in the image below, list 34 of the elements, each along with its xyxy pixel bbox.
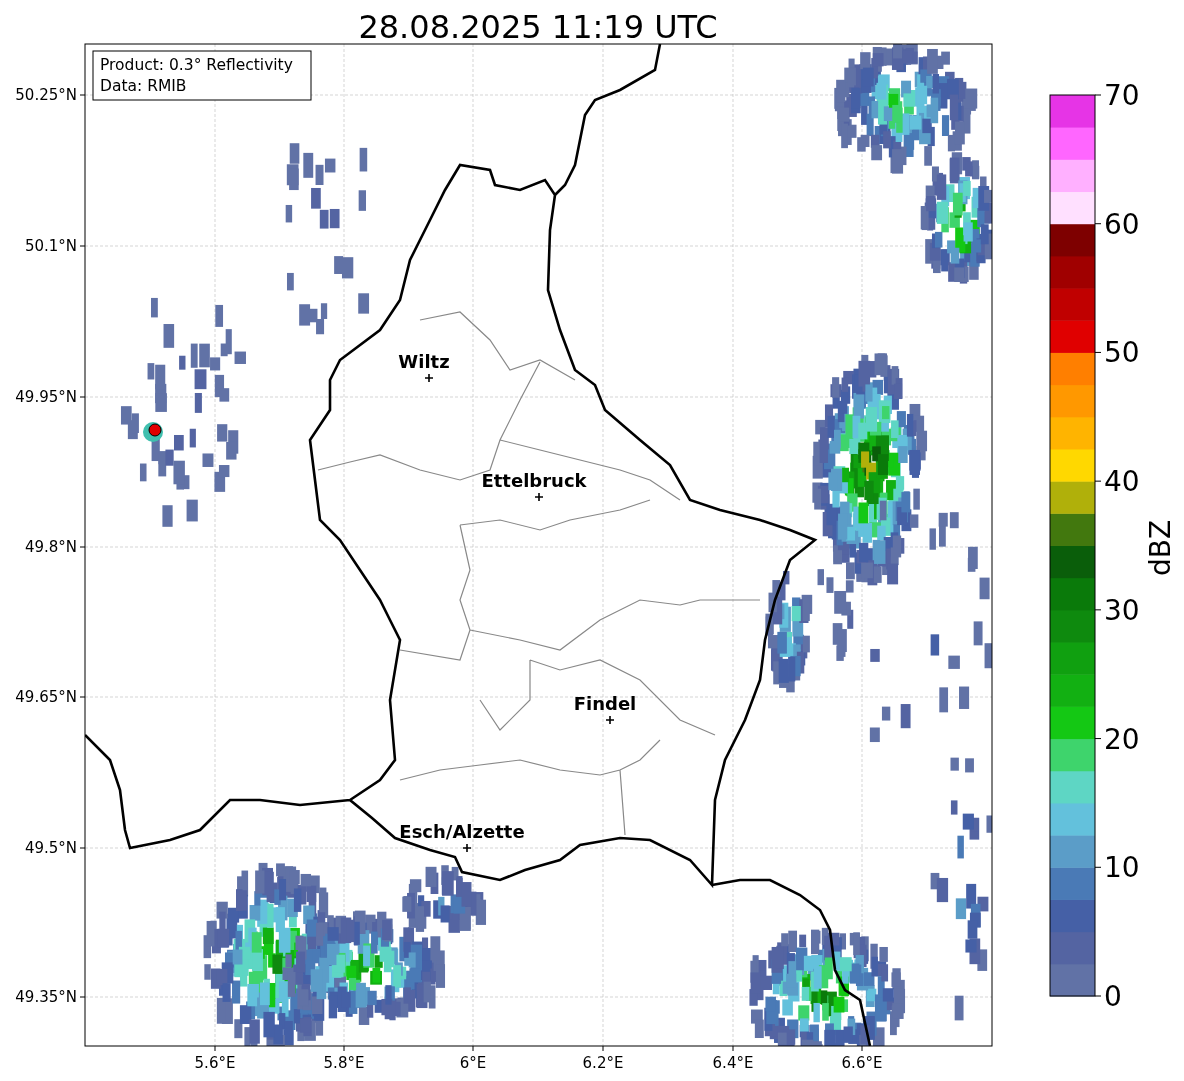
latitude-label: 49.35°N (15, 988, 77, 1006)
city-marker-icon (605, 715, 615, 725)
colorbar-tick-label: 30 (1104, 593, 1140, 627)
latitude-label: 50.1°N (24, 237, 77, 255)
longitude-label: 6°E (459, 1054, 487, 1072)
longitude-label: 6.2°E (582, 1054, 624, 1072)
colorbar-tick-label: 10 (1104, 851, 1140, 885)
longitude-label: 6.6°E (841, 1054, 883, 1072)
info-text: Data: RMIB (100, 77, 187, 95)
latitude-label: 49.8°N (24, 538, 77, 556)
city-label: Ettelbruck (481, 470, 587, 491)
colorbar-label: dBZ (1144, 519, 1177, 577)
info-text: Product: 0.3° Reflectivity (100, 56, 293, 74)
latitude-label: 49.95°N (15, 388, 77, 406)
longitude-label: 6.4°E (712, 1054, 754, 1072)
city-marker-icon (424, 373, 434, 383)
longitude-label: 5.8°E (323, 1054, 365, 1072)
chart-title: 28.08.2025 11:19 UTC (358, 8, 718, 46)
city-label: Wiltz (398, 351, 450, 372)
latitude-label: 50.25°N (15, 86, 77, 104)
colorbar-tick-label: 20 (1104, 722, 1140, 756)
city-marker-icon (534, 492, 544, 502)
colorbar-tick-label: 40 (1104, 465, 1140, 499)
city-label: Esch/Alzette (399, 821, 525, 842)
colorbar-tick-label: 60 (1104, 207, 1140, 241)
longitude-label: 5.6°E (194, 1054, 236, 1072)
colorbar-tick-label: 50 (1104, 336, 1140, 370)
colorbar-tick-label: 0 (1104, 980, 1122, 1013)
colorbar-tick-label: 70 (1104, 79, 1140, 112)
radar-site-icon (143, 422, 163, 442)
city-marker-icon (462, 843, 472, 853)
city-label: Findel (573, 693, 637, 714)
latitude-label: 49.5°N (24, 839, 77, 857)
latitude-label: 49.65°N (15, 688, 77, 706)
